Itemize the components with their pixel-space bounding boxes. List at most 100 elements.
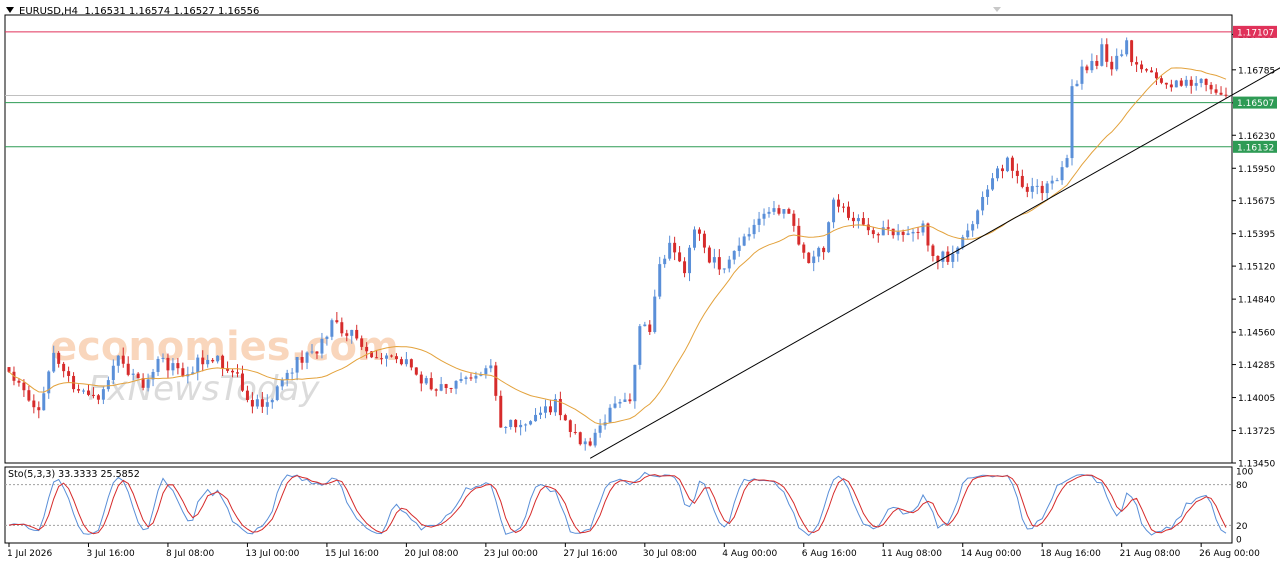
candle-body <box>131 373 135 375</box>
candle-body <box>295 357 299 373</box>
candle-body <box>310 351 314 353</box>
candle-body <box>305 352 309 363</box>
candle-body <box>1164 82 1168 85</box>
candle-body <box>389 355 393 357</box>
candle-body <box>618 401 622 404</box>
candle-body <box>171 363 175 371</box>
candle-body <box>57 352 61 364</box>
candle-body <box>489 365 493 369</box>
time-tick-label: 3 Jul 16:00 <box>86 549 135 559</box>
candle-body <box>653 296 657 332</box>
price-tick-label: 1.14560 <box>1238 329 1275 339</box>
time-tick-label: 23 Jul 00:00 <box>484 549 538 559</box>
candle-body <box>787 209 791 214</box>
time-tick-label: 26 Aug 00:00 <box>1199 549 1260 559</box>
candle-body <box>976 210 980 225</box>
candle-body <box>1204 78 1208 85</box>
candle-body <box>96 395 100 400</box>
level-price-label: 1.16132 <box>1237 143 1274 153</box>
candle-body <box>385 355 389 359</box>
candle-body <box>802 244 806 253</box>
candle-body <box>678 252 682 262</box>
candle-body <box>861 218 865 225</box>
candle-body <box>926 223 930 246</box>
stochastic-level-label: 100 <box>1236 468 1253 478</box>
candle-body <box>1100 44 1104 66</box>
candle-body <box>1159 78 1163 83</box>
candle-body <box>1085 66 1089 71</box>
time-tick-label: 30 Jul 08:00 <box>643 549 697 559</box>
candle-body <box>216 355 220 362</box>
candle-body <box>181 368 185 377</box>
candle-body <box>231 370 235 373</box>
candle-body <box>414 367 418 375</box>
candle-body <box>1070 86 1074 159</box>
candle-body <box>1219 92 1223 95</box>
candle-body <box>827 222 831 253</box>
candle-body <box>891 228 895 236</box>
price-tick-label: 1.16785 <box>1238 66 1275 76</box>
candle-body <box>245 390 249 400</box>
stochastic-level-label: 0 <box>1236 536 1242 546</box>
candle-body <box>196 357 200 373</box>
candle-body <box>807 252 811 264</box>
candle-body <box>608 407 612 423</box>
candle-body <box>856 218 860 222</box>
candle-body <box>211 359 215 362</box>
candle-body <box>290 372 294 374</box>
price-tick-label: 1.15950 <box>1238 165 1275 175</box>
candle-body <box>981 196 985 211</box>
stochastic-signal-line <box>8 474 1227 535</box>
candle-body <box>464 377 468 380</box>
candle-body <box>598 425 602 433</box>
candle-body <box>345 333 349 336</box>
candle-body <box>22 382 26 391</box>
chart-canvas[interactable]: economies.comFxNewsToday1.170851.167851.… <box>0 0 1280 567</box>
candle-body <box>971 224 975 231</box>
candle-body <box>633 364 637 402</box>
time-tick-label: 21 Aug 08:00 <box>1120 549 1181 559</box>
candle-body <box>1214 89 1218 93</box>
candle-body <box>732 250 736 260</box>
candle-body <box>906 233 910 235</box>
candle-body <box>499 395 503 428</box>
candle-body <box>951 253 955 262</box>
price-chart[interactable]: economies.comFxNewsToday1.170851.167851.… <box>0 0 1280 567</box>
candle-body <box>201 357 205 365</box>
candle-body <box>330 320 334 337</box>
candle-body <box>380 358 384 360</box>
candle-body <box>494 365 498 396</box>
candle-body <box>1149 70 1153 73</box>
candle-body <box>166 357 170 371</box>
time-tick-label: 4 Aug 00:00 <box>722 549 777 559</box>
candle-body <box>539 412 542 415</box>
candle-body <box>668 242 672 259</box>
candle-body <box>648 324 652 332</box>
candle-body <box>817 247 821 257</box>
candle-body <box>896 231 900 236</box>
candle-body <box>702 233 706 248</box>
collapse-triangle-icon[interactable] <box>6 7 14 13</box>
time-tick-label: 20 Jul 08:00 <box>404 549 458 559</box>
candle-body <box>1035 185 1039 187</box>
candle-body <box>1154 72 1158 79</box>
candle-body <box>52 352 56 372</box>
candle-body <box>871 230 875 235</box>
candle-body <box>504 426 508 428</box>
candle-body <box>335 320 339 323</box>
candle-body <box>767 211 771 214</box>
candle-body <box>116 355 120 366</box>
candle-body <box>146 379 150 388</box>
time-tick-label: 15 Jul 16:00 <box>325 549 379 559</box>
candle-body <box>320 338 324 354</box>
candle-body <box>394 356 398 360</box>
candle-body <box>688 247 692 274</box>
candle-body <box>1025 186 1029 192</box>
candle-body <box>966 230 970 238</box>
candle-body <box>628 399 632 402</box>
candle-body <box>593 432 597 446</box>
candle-body <box>1130 40 1134 63</box>
candle-body <box>683 261 687 274</box>
candle-body <box>86 390 90 395</box>
candle-body <box>77 389 81 391</box>
